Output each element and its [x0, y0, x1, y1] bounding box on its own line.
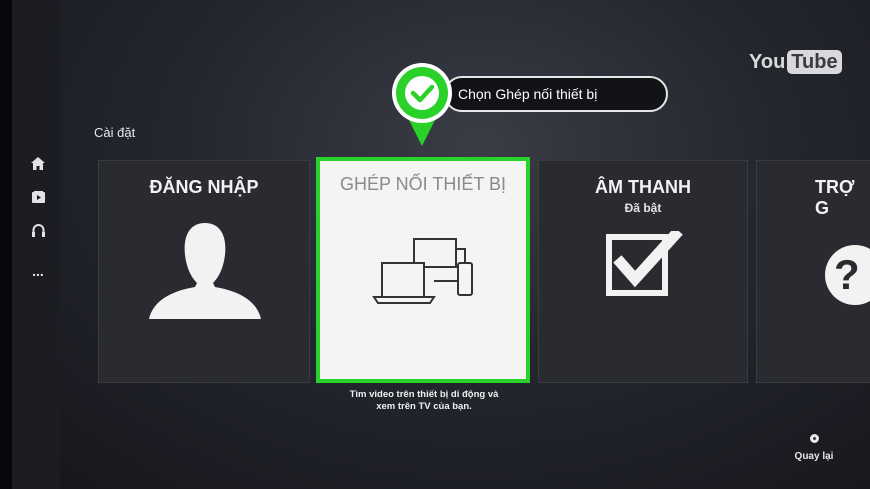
card-description: Tìm video trên thiết bị di động và xem t…	[318, 389, 530, 413]
section-title: Cài đặt	[94, 125, 136, 140]
card-sound[interactable]: ÂM THANH Đã bật	[538, 160, 748, 383]
back-label: Quay lại	[794, 451, 834, 462]
more-icon[interactable]: ...	[28, 262, 48, 280]
subscriptions-icon[interactable]	[28, 188, 48, 206]
home-icon[interactable]	[28, 154, 48, 172]
back-button[interactable]: Quay lại	[793, 430, 835, 462]
card-title: ĐĂNG NHẬP	[149, 177, 259, 197]
card-pair-device[interactable]: GHÉP NỐI THIẾT BỊ	[316, 157, 530, 383]
help-glyph: ?	[834, 251, 860, 298]
card-title: GHÉP NỐI THIẾT BỊ	[339, 174, 507, 194]
callout-text: Chọn Ghép nối thiết bị	[458, 86, 598, 102]
checkmark-icon	[392, 63, 452, 146]
logo-you: You	[749, 50, 786, 73]
tv-bezel	[0, 0, 12, 489]
card-help[interactable]: TRỢ G ?	[756, 160, 870, 383]
callout-tooltip: Chọn Ghép nối thiết bị	[444, 76, 668, 112]
more-label: ...	[32, 263, 44, 279]
sidebar: ...	[12, 0, 60, 489]
description-line-2: xem trên TV của bạn.	[376, 401, 472, 412]
devices-icon	[372, 238, 473, 304]
youtube-logo: You Tube	[749, 50, 842, 74]
tv-screen: ... You Tube Cài đặt ĐĂNG NHẬP GHÉP NỐI …	[0, 0, 870, 489]
card-sign-in[interactable]: ĐĂNG NHẬP	[98, 160, 310, 383]
logo-tube: Tube	[787, 50, 842, 74]
card-title: TRỢ G	[815, 177, 855, 218]
help-icon: ?	[825, 245, 870, 305]
card-subtitle: Đã bật	[624, 201, 662, 215]
checkbox-checked-icon	[606, 231, 683, 296]
card-title: ÂM THANH	[595, 177, 691, 197]
dot-button-icon	[809, 434, 819, 443]
description-line-1: Tìm video trên thiết bị di động và	[349, 389, 499, 400]
headphones-icon[interactable]	[28, 221, 48, 239]
person-silhouette-icon	[149, 223, 261, 319]
